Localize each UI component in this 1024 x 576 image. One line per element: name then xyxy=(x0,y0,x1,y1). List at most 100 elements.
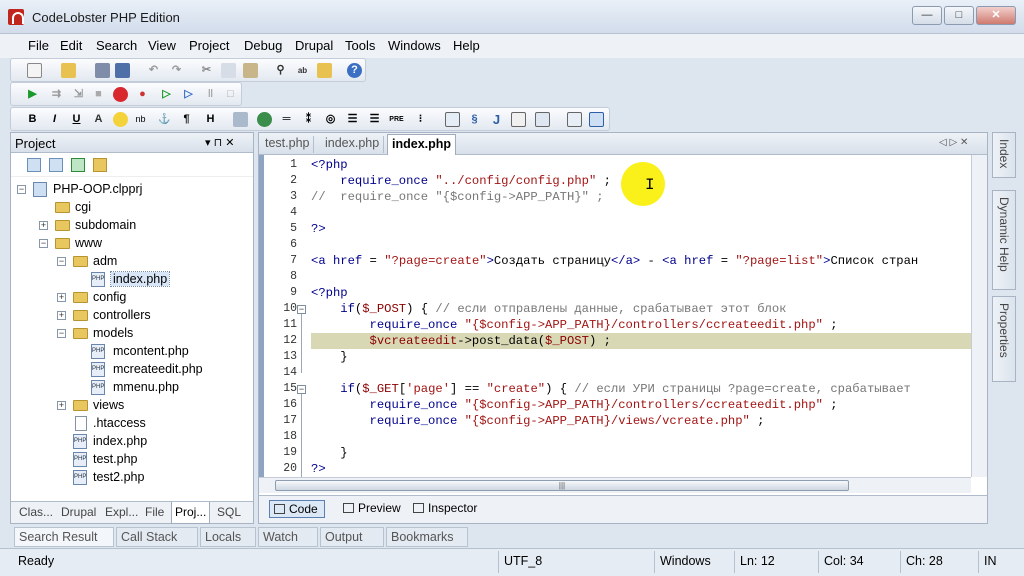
tab-output[interactable]: Output xyxy=(320,527,384,547)
menu-tools[interactable]: Tools xyxy=(345,38,375,53)
step-icon[interactable]: ⇉ xyxy=(49,87,64,102)
heading-icon[interactable]: H xyxy=(203,112,218,127)
preformatted-icon[interactable]: PRE xyxy=(389,112,404,127)
expand-toggle[interactable]: + xyxy=(57,401,66,410)
step-into-icon[interactable]: ⇲ xyxy=(71,87,86,102)
pause-icon[interactable]: ‖ xyxy=(203,87,218,102)
collapse-icon[interactable] xyxy=(49,158,63,172)
tab-file[interactable]: File xyxy=(145,505,164,519)
tab-locals[interactable]: Locals xyxy=(200,527,256,547)
terminate-icon[interactable]: □ xyxy=(223,87,238,102)
tab-navigation[interactable]: ◁ ▷ ✕ xyxy=(939,137,968,148)
tab-index-php-active[interactable]: index.php xyxy=(387,134,457,155)
tab-sql[interactable]: SQL xyxy=(217,505,241,519)
menu-help[interactable]: Help xyxy=(453,38,480,53)
frame-icon[interactable] xyxy=(567,112,582,127)
globe-icon[interactable] xyxy=(257,112,272,127)
run-icon[interactable]: ▶ xyxy=(25,87,40,102)
menu-file[interactable]: File xyxy=(28,38,49,53)
tab-index-php[interactable]: index.php xyxy=(321,136,385,153)
save-all-icon[interactable] xyxy=(115,63,130,78)
save-icon[interactable] xyxy=(95,63,110,78)
expand-toggle[interactable]: + xyxy=(57,293,66,302)
menu-edit[interactable]: Edit xyxy=(60,38,82,53)
tab-bookmarks[interactable]: Bookmarks xyxy=(386,527,468,547)
image-icon[interactable] xyxy=(233,112,248,127)
tab-drupal[interactable]: Drupal xyxy=(61,505,96,519)
italic-icon[interactable]: I xyxy=(47,112,62,127)
horizontal-scrollbar[interactable]: ||| xyxy=(259,477,971,493)
open-folder-icon[interactable] xyxy=(61,63,76,78)
view-tab-inspector[interactable]: Inspector xyxy=(409,500,483,518)
dock-tab-dynamic-help[interactable]: Dynamic Help xyxy=(992,190,1016,290)
panel-controls[interactable]: ▾ ⊓ ✕ xyxy=(205,136,234,149)
tab-call-stack[interactable]: Call Stack xyxy=(116,527,198,547)
undo-icon[interactable]: ↶ xyxy=(146,63,161,78)
properties-icon[interactable] xyxy=(93,158,107,172)
paste-icon[interactable] xyxy=(243,63,258,78)
stop-icon[interactable]: ■ xyxy=(91,87,106,102)
underline-icon[interactable]: U xyxy=(69,112,84,127)
help-icon[interactable]: ? xyxy=(347,63,362,78)
copy-icon[interactable] xyxy=(221,63,236,78)
breakpoint-icon[interactable] xyxy=(113,87,128,102)
tab-search-result[interactable]: Search Result xyxy=(14,527,114,547)
sync-icon[interactable] xyxy=(71,158,85,172)
list-icon[interactable]: ⁝ xyxy=(413,112,428,127)
menu-debug[interactable]: Debug xyxy=(244,38,282,53)
font-icon[interactable]: A xyxy=(91,112,106,127)
menu-windows[interactable]: Windows xyxy=(388,38,441,53)
dock-tab-index[interactable]: Index xyxy=(992,132,1016,178)
align-justify-icon[interactable]: ☰ xyxy=(367,112,382,127)
clear-breakpoints-icon[interactable]: ● xyxy=(135,87,150,102)
expand-toggle[interactable]: + xyxy=(39,221,48,230)
expand-toggle[interactable]: + xyxy=(57,311,66,320)
textarea-icon[interactable] xyxy=(511,112,526,127)
redo-icon[interactable]: ↷ xyxy=(169,63,184,78)
tab-test-php[interactable]: test.php xyxy=(261,136,315,153)
menu-search[interactable]: Search xyxy=(96,38,137,53)
menu-view[interactable]: View xyxy=(148,38,176,53)
view-tab-preview[interactable]: Preview xyxy=(339,500,407,518)
close-button[interactable]: ✕ xyxy=(976,6,1016,25)
new-file-icon[interactable] xyxy=(27,63,42,78)
collapse-toggle[interactable]: − xyxy=(57,257,66,266)
refresh-icon[interactable] xyxy=(27,158,41,172)
tab-watch[interactable]: Watch xyxy=(258,527,318,547)
bold-icon[interactable]: B xyxy=(25,112,40,127)
fold-toggle[interactable]: − xyxy=(297,385,306,394)
tab-classes[interactable]: Clas... xyxy=(19,505,53,519)
menu-drupal[interactable]: Drupal xyxy=(295,38,333,53)
frameset-icon[interactable] xyxy=(589,112,604,127)
javascript-icon[interactable]: J xyxy=(489,112,504,127)
target-icon[interactable]: ◎ xyxy=(323,112,338,127)
smiley-icon[interactable] xyxy=(113,112,128,127)
vertical-scrollbar[interactable] xyxy=(971,155,987,477)
form-icon[interactable]: § xyxy=(467,112,482,127)
script-icon[interactable]: ⁑ xyxy=(301,112,316,127)
anchor-icon[interactable]: ⚓ xyxy=(157,112,172,127)
collapse-toggle[interactable]: − xyxy=(17,185,26,194)
dock-tab-properties[interactable]: Properties xyxy=(992,296,1016,382)
find-in-files-icon[interactable] xyxy=(317,63,332,78)
run-to-cursor-icon[interactable]: ▷ xyxy=(181,87,196,102)
replace-icon[interactable]: ab xyxy=(295,63,310,78)
menu-project[interactable]: Project xyxy=(189,38,229,53)
select-icon[interactable] xyxy=(535,112,550,127)
continue-icon[interactable]: ▷ xyxy=(159,87,174,102)
maximize-button[interactable]: □ xyxy=(944,6,974,25)
table-icon[interactable] xyxy=(445,112,460,127)
horizontal-scroll-thumb[interactable]: ||| xyxy=(275,480,849,491)
tab-project[interactable]: Proj... xyxy=(171,502,211,524)
find-icon[interactable]: ⚲ xyxy=(273,63,288,78)
collapse-toggle[interactable]: − xyxy=(39,239,48,248)
nobreak-icon[interactable]: nb xyxy=(133,112,148,127)
hr-icon[interactable]: ═ xyxy=(279,112,294,127)
view-tab-code[interactable]: Code xyxy=(269,500,325,518)
cut-icon[interactable]: ✂ xyxy=(199,63,214,78)
paragraph-icon[interactable]: ¶ xyxy=(179,112,194,127)
minimize-button[interactable]: — xyxy=(912,6,942,25)
align-center-icon[interactable]: ☰ xyxy=(345,112,360,127)
collapse-toggle[interactable]: − xyxy=(57,329,66,338)
tab-explorer[interactable]: Expl... xyxy=(105,505,138,519)
